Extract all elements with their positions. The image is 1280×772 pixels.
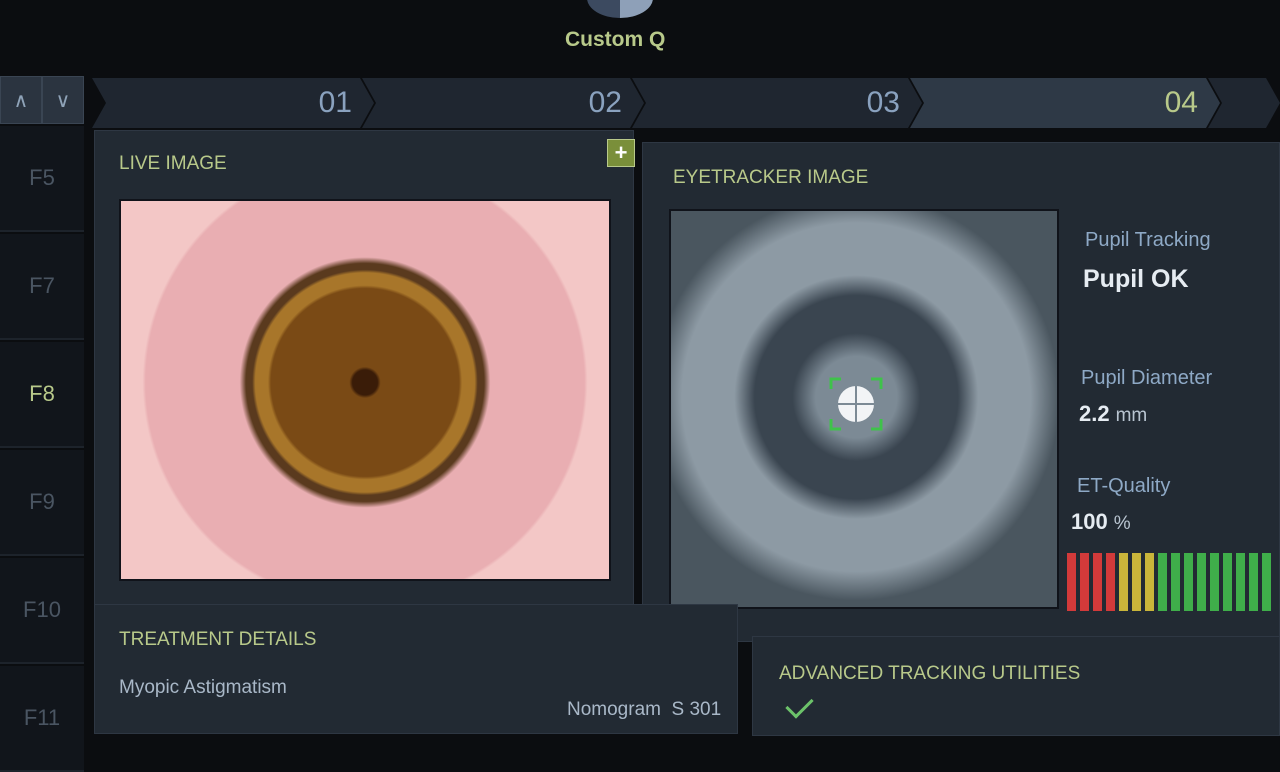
quality-meter-segment: [1171, 553, 1180, 611]
chevron-up-icon: ∧: [13, 89, 29, 112]
treatment-details-panel: TREATMENT DETAILS Myopic Astigmatism Nom…: [94, 604, 738, 734]
step-label: 04: [1164, 86, 1198, 119]
step-label: 02: [588, 86, 622, 119]
quality-meter-segment: [1093, 553, 1102, 611]
fkey-f7[interactable]: F7: [0, 234, 84, 340]
step-01[interactable]: 01: [92, 78, 374, 128]
pupil-target-icon: [829, 377, 883, 431]
live-eye-image: [119, 199, 611, 581]
fkey-f5[interactable]: F5: [0, 126, 84, 232]
chevron-down-icon: ∨: [55, 89, 71, 112]
quality-meter-segment: [1197, 553, 1206, 611]
fkey-label: F8: [29, 381, 55, 406]
pupil-diameter-readout: 2.2 mm: [1079, 401, 1147, 427]
quality-meter-segment: [1119, 553, 1128, 611]
pupil-diameter-label: Pupil Diameter: [1081, 367, 1213, 389]
quality-meter-segment: [1106, 553, 1115, 611]
pupil-diameter-value: 2.2: [1079, 401, 1110, 426]
fkey-label: F10: [23, 597, 61, 622]
treatment-type: Myopic Astigmatism: [119, 677, 287, 698]
advanced-tracking-panel: ADVANCED TRACKING UTILITIES: [752, 636, 1280, 736]
fkey-f11[interactable]: F11: [0, 666, 84, 772]
plus-icon: +: [614, 140, 628, 165]
quality-meter-segment: [1132, 553, 1141, 611]
step-label: 03: [866, 86, 900, 119]
live-image-panel: LIVE IMAGE +: [94, 130, 635, 618]
quality-meter-segment: [1236, 553, 1245, 611]
pupil-tracking-label: Pupil Tracking: [1085, 229, 1211, 251]
fkey-f8[interactable]: F8: [0, 342, 84, 448]
quality-meter-segment: [1210, 553, 1219, 611]
advanced-tracking-title: ADVANCED TRACKING UTILITIES: [779, 663, 1081, 684]
fkey-label: F5: [29, 165, 55, 190]
fkey-label: F9: [29, 489, 55, 514]
quality-meter-segment: [1223, 553, 1232, 611]
quality-meter-segment: [1158, 553, 1167, 611]
et-quality-label: ET-Quality: [1077, 475, 1171, 497]
fkey-label: F7: [29, 273, 55, 298]
function-key-column: F5 F7 F8 F9 F10 F11: [0, 126, 84, 772]
quality-meter-segment: [1249, 553, 1258, 611]
pupil-tracking-value: Pupil OK: [1083, 265, 1189, 293]
quality-meter-segment: [1145, 553, 1154, 611]
fkey-label: F11: [23, 705, 61, 730]
step-03[interactable]: 03: [632, 78, 922, 128]
add-button[interactable]: +: [607, 139, 635, 167]
eyetracker-title: EYETRACKER IMAGE: [673, 167, 869, 188]
step-label: 01: [318, 86, 352, 119]
checkmark-icon: [785, 690, 814, 719]
nomogram-value: Nomogram S 301: [567, 699, 722, 720]
et-quality-readout: 100%: [1071, 509, 1131, 535]
quality-meter-segment: [1080, 553, 1089, 611]
quality-meter-segment: [1184, 553, 1193, 611]
app-logo: [587, 0, 653, 18]
treatment-details-title: TREATMENT DETAILS: [119, 629, 317, 650]
et-quality-meter: [1067, 553, 1280, 611]
eyetracker-eye-image: [669, 209, 1059, 609]
step-bar: 01 02 03 04: [92, 78, 1280, 130]
et-quality-unit: %: [1113, 513, 1131, 534]
scroll-down-button[interactable]: ∨: [42, 76, 84, 124]
live-image-title: LIVE IMAGE: [119, 153, 227, 174]
pupil-diameter-unit: mm: [1115, 405, 1148, 426]
step-02[interactable]: 02: [362, 78, 644, 128]
app-title: Custom Q: [565, 28, 666, 51]
scroll-up-button[interactable]: ∧: [0, 76, 42, 124]
fkey-f10[interactable]: F10: [0, 558, 84, 664]
quality-meter-segment: [1262, 553, 1271, 611]
step-04[interactable]: 04: [910, 78, 1220, 128]
eyetracker-panel: EYETRACKER IMAGE Pupil Tracking Pupil OK…: [642, 142, 1280, 642]
quality-meter-segment: [1067, 553, 1076, 611]
fkey-f9[interactable]: F9: [0, 450, 84, 556]
et-quality-value: 100: [1071, 509, 1108, 534]
